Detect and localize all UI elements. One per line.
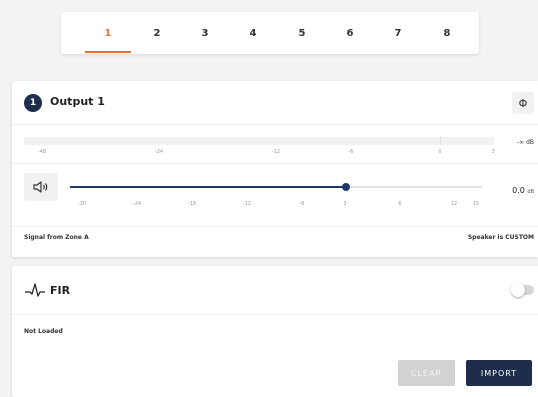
tab-8[interactable]: 8 [424,12,470,54]
signal-source-text: Signal from Zone A [24,234,89,241]
tab-3[interactable]: 3 [182,12,228,54]
fir-enable-toggle[interactable] [511,283,534,297]
volume-slider-thumb[interactable] [342,183,351,191]
toggle-knob [511,283,525,297]
tab-4[interactable]: 4 [230,12,276,54]
tab-2[interactable]: 2 [134,12,180,54]
tab-7[interactable]: 7 [375,12,421,54]
speaker-icon [33,181,48,193]
volume-slider[interactable] [70,183,482,191]
volume-value: 0.0 [512,186,525,195]
volume-tick-label: 6 [398,201,402,207]
meter-zero-tick [440,137,441,145]
phase-icon: Φ [518,96,528,110]
volume-tick-label: -30 [77,201,87,207]
volume-readout: 0.0 dB [512,186,534,195]
output-number-badge: 1 [24,94,42,112]
volume-tick-label: 3 [343,201,347,207]
output-tabs: 1 2 3 4 5 6 7 8 [61,12,479,54]
tab-6[interactable]: 6 [327,12,373,54]
fir-card: FIR Not Loaded CLEAR IMPORT [12,266,538,397]
volume-tick-label: -12 [242,201,252,207]
meter-label: -12 [271,149,281,155]
tab-5[interactable]: 5 [279,12,325,54]
level-meter: -48 -24 -12 -6 0 3 -∞ dB [12,125,538,164]
volume-unit: dB [527,189,534,195]
output-header: 1 Output 1 Φ [12,81,538,125]
output-info: Signal from Zone A Speaker is CUSTOM [12,227,538,257]
fir-title: FIR [50,284,71,297]
speaker-status-text: Speaker is CUSTOM [467,234,534,241]
volume-tick-label: 12 [450,201,458,207]
fir-header: FIR [12,266,538,315]
volume-tick-label: -24 [132,201,142,207]
volume-tick-label: 15 [472,201,480,207]
meter-label: -48 [37,149,47,155]
meter-label: 0 [438,149,442,155]
import-button[interactable]: IMPORT [466,360,532,386]
output-title: Output 1 [50,95,105,108]
output-card: 1 Output 1 Φ -48 -24 -12 -6 0 3 -∞ dB -3… [12,81,538,257]
meter-readout: -∞ dB [517,139,534,146]
mute-button[interactable] [24,173,58,201]
clear-button[interactable]: CLEAR [398,360,455,386]
volume-slider-fill [70,186,347,188]
volume-tick-label: -6 [299,201,305,207]
volume-control: -30 -24 -18 -12 -6 3 6 12 15 0.0 dB [12,164,538,227]
volume-tick-label: -18 [187,201,197,207]
meter-label: -6 [348,149,354,155]
phase-invert-button[interactable]: Φ [512,92,534,114]
fir-status-text: Not Loaded [24,328,63,335]
tab-1[interactable]: 1 [85,12,131,54]
waveform-icon [25,283,45,297]
meter-label: 3 [491,149,495,155]
meter-label: -24 [154,149,164,155]
meter-bar [24,137,494,145]
